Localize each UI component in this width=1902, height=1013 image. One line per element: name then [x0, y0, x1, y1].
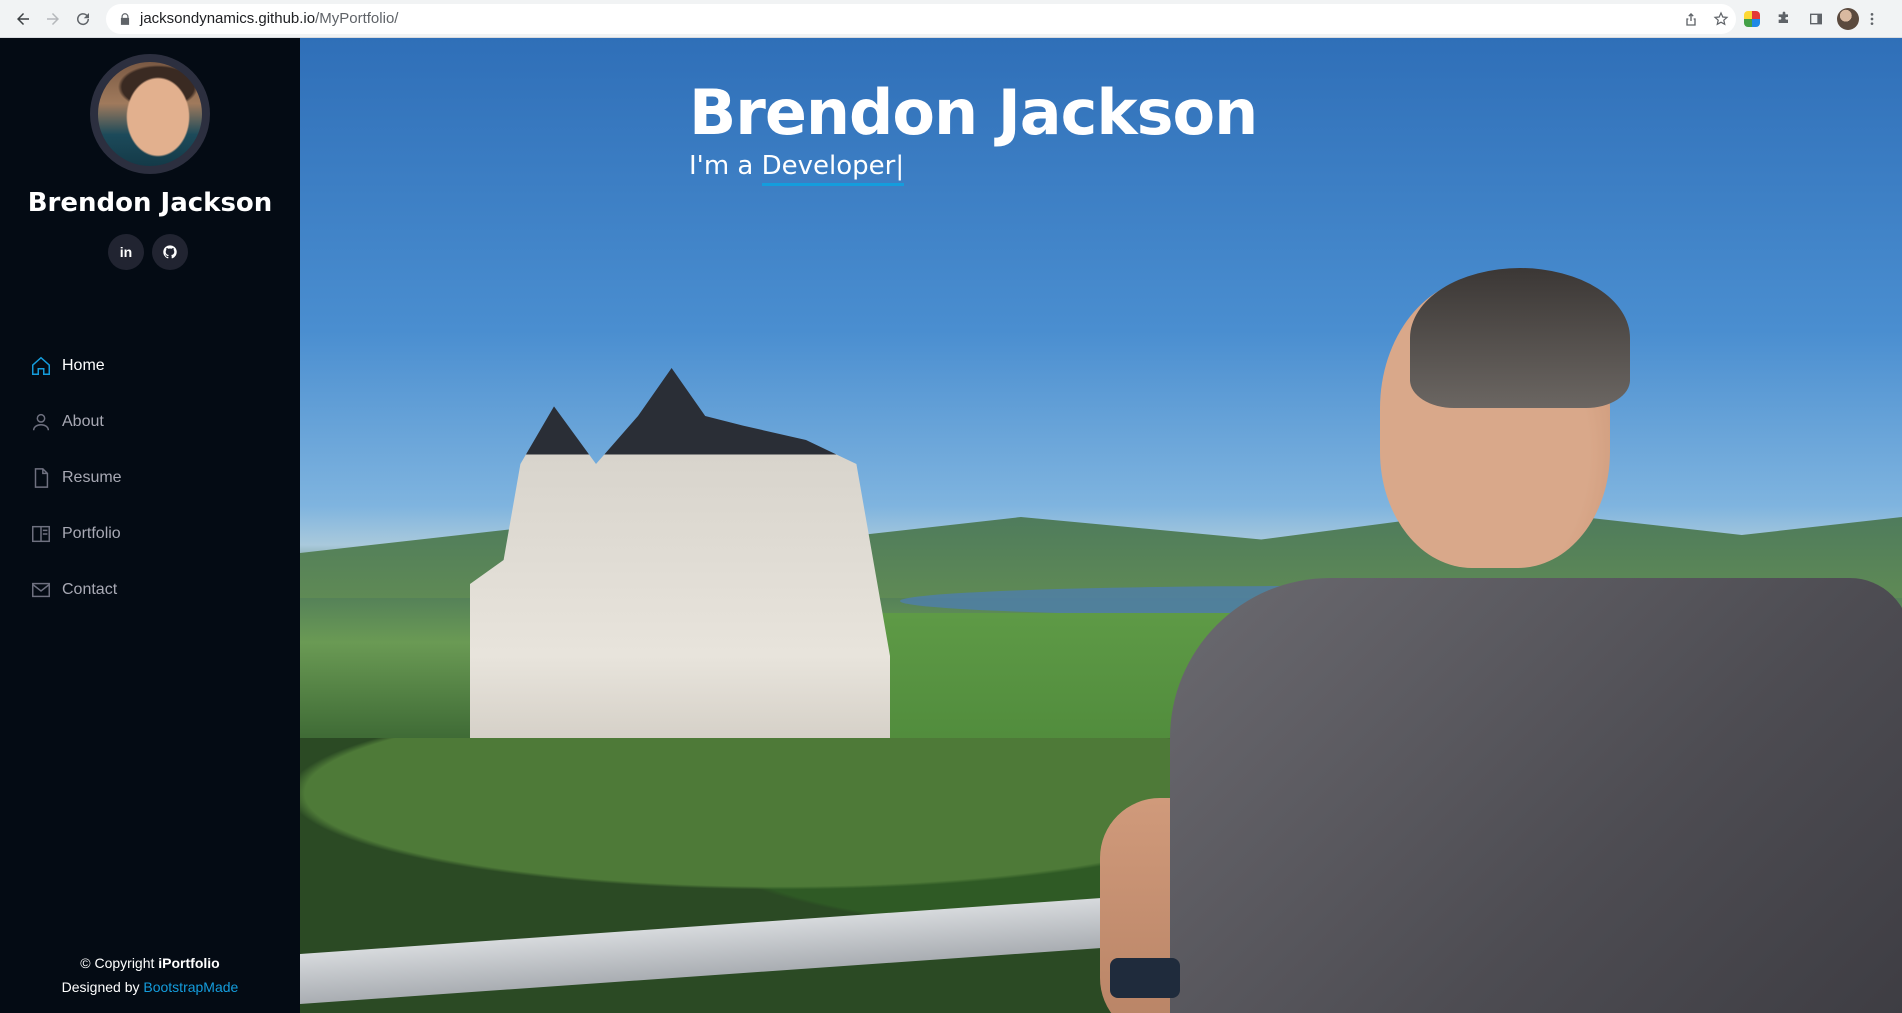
profile-name[interactable]: Brendon Jackson — [0, 188, 300, 218]
github-icon — [163, 245, 177, 259]
social-links: in — [108, 234, 188, 270]
profile-photo — [90, 54, 210, 174]
main-nav: Home About Resume Portfolio Contact — [30, 338, 122, 618]
sidebar-footer: © Copyright iPortfolio Designed by Boots… — [0, 951, 300, 999]
back-icon[interactable] — [8, 4, 38, 34]
nav-item-label: About — [62, 413, 104, 430]
nav-item-contact[interactable]: Contact — [30, 562, 122, 618]
github-link[interactable] — [152, 234, 188, 270]
file-icon — [30, 467, 52, 489]
reload-icon[interactable] — [68, 4, 98, 34]
lock-icon — [120, 12, 130, 25]
address-bar[interactable]: jacksondynamics.github.io/MyPortfolio/ — [106, 3, 1736, 34]
menu-icon[interactable] — [1864, 4, 1880, 34]
browser-toolbar: jacksondynamics.github.io/MyPortfolio/ — [0, 0, 1902, 38]
nav-item-about[interactable]: About — [30, 394, 122, 450]
hero-title: Brendon Jackson — [689, 76, 1258, 149]
nav-item-label: Portfolio — [62, 525, 121, 542]
puzzle-icon[interactable] — [1768, 4, 1800, 34]
linkedin-link[interactable]: in — [108, 234, 144, 270]
sidebar: Brendon Jackson in Home About Resume Por… — [0, 38, 300, 1013]
envelope-icon — [30, 579, 52, 601]
home-icon — [30, 355, 52, 377]
credits: Designed by BootstrapMade — [61, 979, 239, 995]
bootstrapmade-link[interactable]: BootstrapMade — [143, 979, 238, 995]
profile-avatar[interactable] — [1832, 4, 1864, 34]
hero-text: Brendon Jackson I'm a Developer| — [689, 76, 1258, 186]
nav-item-portfolio[interactable]: Portfolio — [30, 506, 122, 562]
bookmark-star-icon[interactable] — [1706, 4, 1736, 34]
forward-icon[interactable] — [38, 4, 68, 34]
page: Brendon Jackson in Home About Resume Por… — [0, 38, 1902, 1013]
url-path: /MyPortfolio/ — [315, 10, 399, 27]
nav-item-label: Home — [62, 357, 105, 374]
book-icon — [30, 523, 52, 545]
share-icon[interactable] — [1676, 4, 1706, 34]
nav-item-label: Contact — [62, 581, 118, 598]
person-icon — [30, 411, 52, 433]
nav-item-home[interactable]: Home — [30, 338, 122, 394]
side-panel-icon[interactable] — [1800, 4, 1832, 34]
url-host: jacksondynamics.github.io — [140, 10, 316, 27]
copyright: © Copyright iPortfolio — [80, 955, 220, 971]
hero-section: Brendon Jackson I'm a Developer| — [300, 38, 1902, 1013]
hero-subtitle: I'm a Developer| — [689, 151, 1257, 186]
hero-person-photo — [1050, 268, 1902, 1013]
linkedin-icon: in — [119, 244, 133, 260]
nav-item-label: Resume — [62, 469, 122, 486]
nav-item-resume[interactable]: Resume — [30, 450, 122, 506]
copyright-brand: iPortfolio — [158, 955, 220, 971]
extension-icon[interactable] — [1736, 4, 1768, 34]
typed-text: Developer| — [761, 151, 905, 186]
